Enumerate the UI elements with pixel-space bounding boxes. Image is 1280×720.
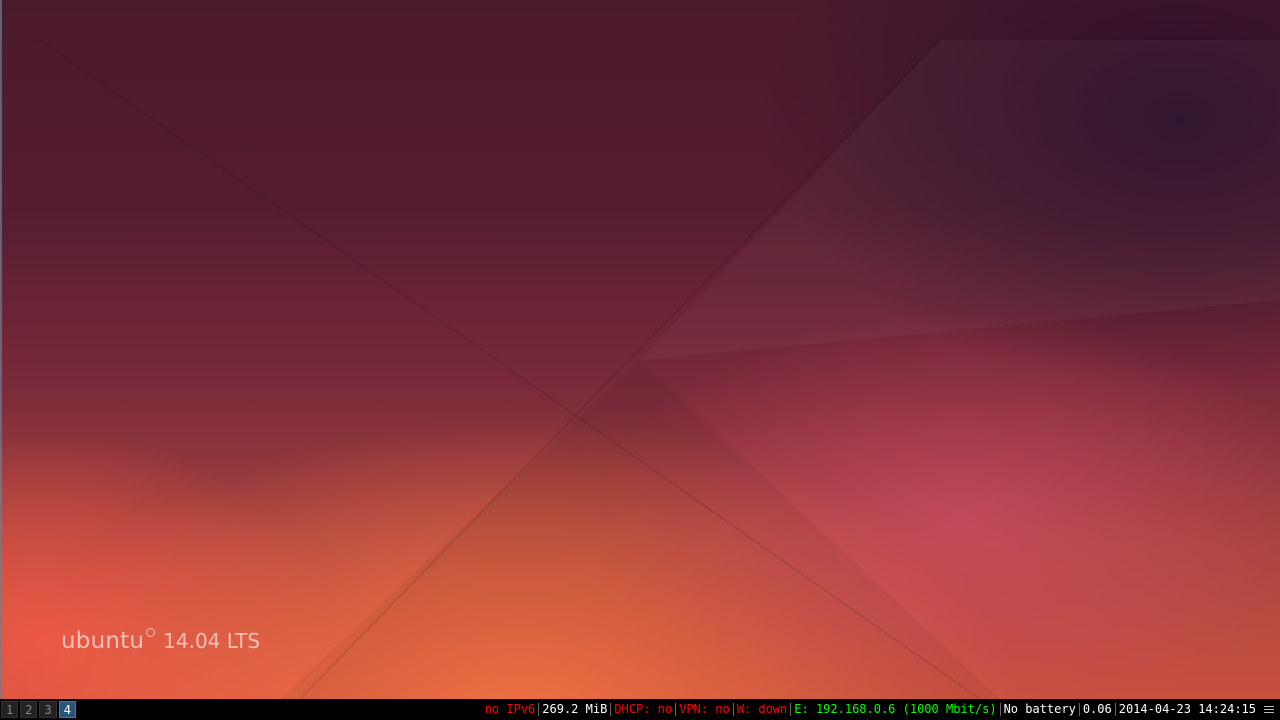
separator (538, 703, 540, 716)
separator (1078, 703, 1080, 716)
workspace-button-1[interactable]: 1 (1, 701, 19, 718)
load-status: 0.06 (1082, 702, 1112, 716)
dhcp-status: DHCP: no (614, 702, 673, 716)
status-blocks: no IPv6 269.2 MiB DHCP: no VPN: no W: do… (483, 699, 1280, 720)
wallpaper-pattern (39, 39, 1000, 699)
ethernet-status: E: 192.168.0.6 (1000 Mbit/s) (794, 702, 997, 716)
separator (999, 703, 1001, 716)
circle-of-friends-icon (146, 628, 156, 637)
clock: 2014-04-23 14:24:15 (1118, 702, 1256, 716)
battery-status: No battery (1003, 702, 1076, 716)
ubuntu-logo: ubuntu 14.04 LTS (61, 628, 260, 658)
menu-icon[interactable] (1264, 705, 1274, 714)
screen-left-edge (0, 0, 2, 699)
status-bar: 1 2 3 4 no IPv6 269.2 MiB DHCP: no VPN: … (0, 699, 1280, 720)
workspace-button-3[interactable]: 3 (39, 701, 57, 718)
separator (675, 703, 677, 716)
separator (1114, 703, 1116, 716)
logo-version: 14.04 LTS (163, 629, 261, 653)
separator (610, 703, 612, 716)
logo-wordmark: ubuntu (61, 628, 145, 654)
ipv6-status: no IPv6 (484, 702, 536, 716)
separator (732, 703, 734, 716)
memory-status: 269.2 MiB (542, 702, 608, 716)
workspace-button-4[interactable]: 4 (58, 701, 76, 718)
workspace-buttons: 1 2 3 4 (0, 699, 78, 720)
wireless-status: W: down (736, 702, 788, 716)
workspace-button-2[interactable]: 2 (20, 701, 38, 718)
separator (790, 703, 792, 716)
desktop-wallpaper: ubuntu 14.04 LTS (0, 0, 1280, 699)
vpn-status: VPN: no (679, 702, 730, 716)
